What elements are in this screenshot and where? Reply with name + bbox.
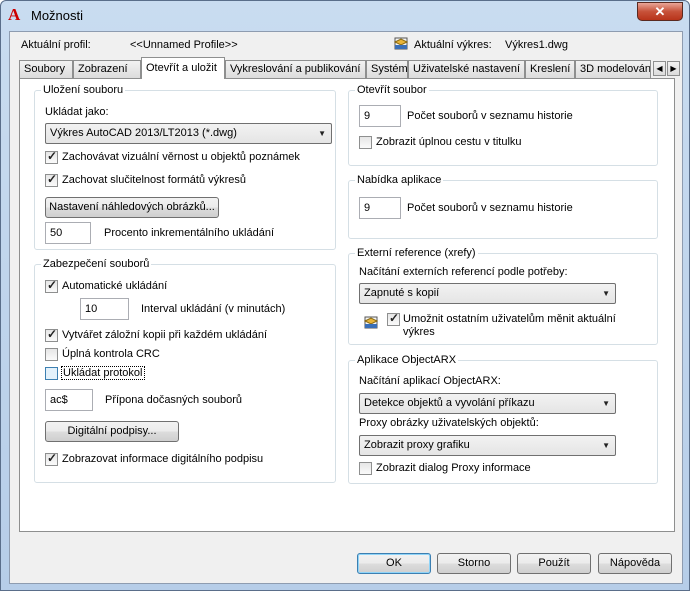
tab-open-and-save[interactable]: Otevřít a uložit	[141, 57, 225, 79]
backup-checkbox[interactable]	[45, 327, 58, 342]
cancel-button[interactable]: Storno	[437, 553, 511, 574]
full-path-label: Zobrazit úplnou cestu v titulku	[376, 136, 522, 148]
xref-demand-select[interactable]: Zapnuté s kopií	[359, 283, 616, 304]
xref-demand-label: Načítání externích referencí podle potře…	[359, 266, 568, 278]
close-button[interactable]: ✕	[637, 2, 683, 21]
temp-extension-input[interactable]: ac$	[45, 389, 93, 411]
incremental-save-label: Procento inkrementálního ukládání	[104, 227, 274, 239]
log-label: Ukládat protokol	[61, 366, 145, 380]
xref-group: Externí reference (xrefy) Načítání exter…	[348, 247, 658, 345]
tab-system[interactable]: Systém	[366, 60, 408, 78]
tab-scroll-left-icon[interactable]: ◀	[653, 61, 666, 76]
objectarx-group: Aplikace ObjectARX Načítání aplikací Obj…	[348, 354, 658, 484]
autocad-logo-icon: A	[8, 5, 21, 24]
tab-scroll-right-icon[interactable]: ▶	[667, 61, 680, 76]
help-button[interactable]: Nápověda	[598, 553, 672, 574]
application-menu-title: Nabídka aplikace	[355, 174, 444, 186]
tab-plot-and-publish[interactable]: Vykreslování a publikování	[225, 60, 366, 78]
drawing-value: Výkres1.dwg	[505, 39, 568, 51]
apply-button[interactable]: Použít	[517, 553, 591, 574]
drawing-file-icon	[393, 37, 409, 50]
tab-display[interactable]: Zobrazení	[73, 60, 141, 78]
xref-title: Externí reference (xrefy)	[355, 247, 478, 259]
autosave-label: Automatické ukládání	[62, 280, 168, 292]
incremental-save-input[interactable]: 50	[45, 222, 91, 244]
crc-checkbox[interactable]	[45, 348, 58, 361]
arx-load-label: Načítání aplikací ObjectARX:	[359, 375, 501, 387]
full-path-checkbox[interactable]	[359, 136, 372, 149]
proxy-dialog-checkbox[interactable]	[359, 462, 372, 475]
tab-user-preferences[interactable]: Uživatelské nastavení	[408, 60, 525, 78]
menu-recent-count-input[interactable]: 9	[359, 197, 401, 219]
file-save-title: Uložení souboru	[41, 84, 126, 96]
tab-panel: Uložení souboru Ukládat jako: Výkres Aut…	[19, 78, 675, 532]
maintain-fidelity-label: Zachovávat vizuální věrnost u objektů po…	[62, 151, 300, 163]
show-signature-label: Zobrazovat informace digitálního podpisu	[62, 453, 264, 465]
allow-edit-checkbox[interactable]	[387, 311, 400, 326]
save-as-label: Ukládat jako:	[45, 106, 109, 118]
tab-strip: Soubory Zobrazení Otevřít a uložit Vykre…	[19, 57, 680, 79]
maintain-fidelity-checkbox[interactable]	[45, 149, 58, 164]
backup-label: Vytvářet záložní kopii při každém ukládá…	[62, 329, 268, 341]
autosave-interval-input[interactable]: 10	[80, 298, 129, 320]
log-checkbox[interactable]	[45, 367, 58, 380]
thumbnail-settings-button[interactable]: Nastavení náhledových obrázků...	[45, 197, 219, 218]
proxy-images-label: Proxy obrázky uživatelských objektů:	[359, 417, 539, 429]
tab-drafting[interactable]: Kreslení	[525, 60, 575, 78]
file-safety-title: Zabezpečení souborů	[41, 258, 152, 270]
autosave-interval-label: Interval ukládání (v minutách)	[141, 303, 286, 315]
file-safety-group: Zabezpečení souborů Automatické ukládání…	[34, 258, 336, 483]
file-save-group: Uložení souboru Ukládat jako: Výkres Aut…	[34, 84, 336, 250]
save-as-select[interactable]: Výkres AutoCAD 2013/LT2013 (*.dwg)	[45, 123, 332, 144]
open-recent-count-label: Počet souborů v seznamu historie	[407, 110, 573, 122]
menu-recent-count-label: Počet souborů v seznamu historie	[407, 202, 573, 214]
drawing-file-icon	[363, 316, 379, 329]
maintain-drawing-size-label: Zachovat slučitelnost formátů výkresů	[62, 174, 247, 186]
proxy-dialog-label: Zobrazit dialog Proxy informace	[376, 462, 531, 474]
crc-label: Úplná kontrola CRC	[62, 348, 160, 360]
options-dialog: A Možnosti ✕ Aktuální profil: <<Unnamed …	[0, 0, 690, 591]
title-bar: A Možnosti ✕	[1, 1, 689, 31]
objectarx-title: Aplikace ObjectARX	[355, 354, 459, 366]
show-signature-checkbox[interactable]	[45, 451, 58, 466]
file-open-title: Otevřít soubor	[355, 84, 429, 96]
ok-button[interactable]: OK	[357, 553, 431, 574]
profile-value: <<Unnamed Profile>>	[130, 39, 238, 51]
allow-edit-label: Umožnit ostatním uživatelům měnit aktuál…	[403, 313, 616, 338]
tab-3d-modeling[interactable]: 3D modelování	[575, 60, 651, 78]
maintain-drawing-size-checkbox[interactable]	[45, 172, 58, 187]
proxy-images-select[interactable]: Zobrazit proxy grafiku	[359, 435, 616, 456]
open-recent-count-input[interactable]: 9	[359, 105, 401, 127]
autosave-checkbox[interactable]	[45, 278, 58, 293]
tab-files[interactable]: Soubory	[19, 60, 73, 78]
digital-signatures-button[interactable]: Digitální podpisy...	[45, 421, 179, 442]
drawing-label: Aktuální výkres:	[414, 39, 492, 51]
dialog-client: Aktuální profil: <<Unnamed Profile>> Akt…	[9, 31, 683, 584]
profile-label: Aktuální profil:	[21, 39, 91, 51]
file-open-group: Otevřít soubor 9 Počet souborů v seznamu…	[348, 84, 658, 166]
application-menu-group: Nabídka aplikace 9 Počet souborů v sezna…	[348, 174, 658, 239]
temp-extension-label: Přípona dočasných souborů	[105, 394, 242, 406]
arx-load-select[interactable]: Detekce objektů a vyvolání příkazu	[359, 393, 616, 414]
window-title: Možnosti	[31, 8, 84, 23]
